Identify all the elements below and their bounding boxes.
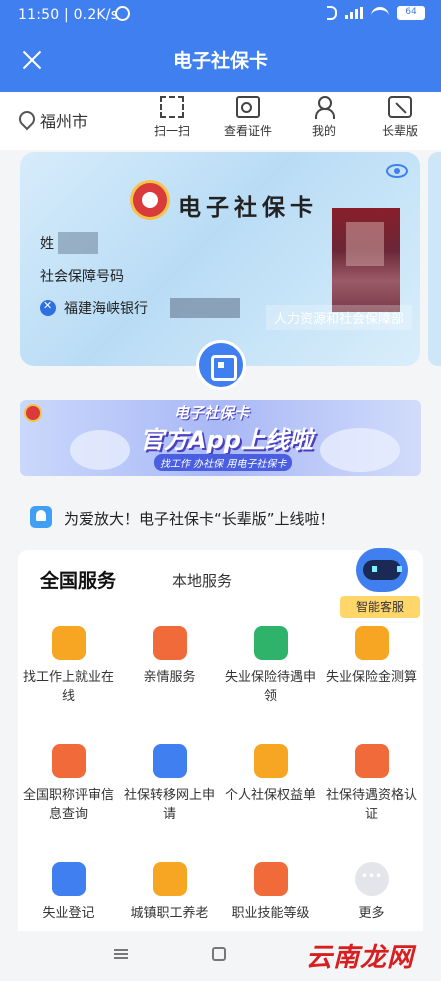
scan-icon xyxy=(160,96,184,118)
status-bar: 11:50 | 0.2K/s 64 xyxy=(0,0,441,32)
location-selector[interactable]: 福州市 xyxy=(18,108,88,132)
robot-icon xyxy=(356,548,408,592)
bank-row: 福建海峡银行 xyxy=(40,298,240,318)
elder-mode-label: 长辈版 xyxy=(381,124,418,138)
home-icon[interactable] xyxy=(212,947,226,961)
title-bar: 电子社保卡 xyxy=(0,32,441,90)
service-label: 社保待遇资格认证 xyxy=(325,788,417,822)
service-item[interactable]: 社保待遇资格认证 xyxy=(321,738,422,842)
masked-bank-number xyxy=(170,298,240,318)
service-label: 城镇职工养老 xyxy=(130,906,209,921)
service-label: 亲情服务 xyxy=(143,670,196,685)
service-item[interactable]: 失业保险金测算 xyxy=(321,620,422,724)
notice-bar[interactable]: 为爱放大！电子社保卡“长辈版”上线啦！ xyxy=(0,498,441,538)
job-search-icon xyxy=(51,626,86,660)
more-icon xyxy=(354,862,389,896)
service-label: 失业保险待遇申领 xyxy=(224,670,316,704)
unemployment-register-icon xyxy=(51,862,86,896)
tool-row: 福州市 扫一扫 查看证件 我的 长辈版 xyxy=(0,92,441,150)
service-label: 职业技能等级 xyxy=(231,906,310,921)
masked-name xyxy=(58,232,98,254)
notice-text: 为爱放大！电子社保卡“长辈版”上线啦！ xyxy=(64,510,335,528)
alarm-icon xyxy=(115,6,130,21)
menu-icon[interactable] xyxy=(114,949,128,959)
elder-mode-button[interactable]: 长辈版 xyxy=(369,96,431,139)
bell-icon xyxy=(30,506,52,528)
next-card-edge[interactable] xyxy=(428,152,441,366)
service-label: 个人社保权益单 xyxy=(224,788,316,803)
service-label: 社保转移网上申请 xyxy=(123,788,215,822)
scan-button[interactable]: 扫一扫 xyxy=(141,96,203,139)
card-area: 电子社保卡 姓 社会保障号码 福建海峡银行 人力资源和社会保障部 xyxy=(0,150,441,390)
qr-code-button[interactable] xyxy=(196,340,246,390)
signal-icon xyxy=(345,7,363,19)
social-security-card[interactable]: 电子社保卡 姓 社会保障号码 福建海峡银行 人力资源和社会保障部 xyxy=(20,152,420,366)
mine-button[interactable]: 我的 xyxy=(293,96,355,139)
service-item[interactable]: 社保转移网上申请 xyxy=(119,738,220,842)
pension-icon xyxy=(152,862,187,896)
system-nav-bar: 云南龙网 xyxy=(0,931,441,981)
service-item[interactable]: 失业保险待遇申领 xyxy=(220,620,321,724)
banner-decoration xyxy=(320,428,400,472)
bluetooth-icon xyxy=(327,6,337,20)
card-name-row: 姓 xyxy=(40,232,98,254)
watermark-logo: 云南龙网 xyxy=(306,943,415,973)
tab-national-services[interactable]: 全国服务 xyxy=(40,566,116,593)
tool-buttons: 扫一扫 查看证件 我的 长辈版 xyxy=(141,96,431,139)
user-icon xyxy=(312,96,336,119)
location-pin-icon xyxy=(18,111,32,129)
service-label: 全国职称评审信息查询 xyxy=(22,788,114,822)
assistant-label: 智能客服 xyxy=(340,596,420,618)
view-id-label: 查看证件 xyxy=(223,124,272,138)
service-label: 找工作上就业在线 xyxy=(22,670,114,704)
tab-local-services[interactable]: 本地服务 xyxy=(172,570,232,591)
issuer-label: 人力资源和社会保障部 xyxy=(265,305,412,330)
card-photo xyxy=(332,208,400,312)
service-label: 失业登记 xyxy=(42,906,95,921)
bank-logo-icon xyxy=(40,299,56,316)
social-security-emblem-icon xyxy=(130,180,170,220)
service-item[interactable]: 全国职称评审信息查询 xyxy=(18,738,119,842)
banner-decoration xyxy=(70,430,130,470)
smart-assistant-button[interactable]: 智能客服 xyxy=(340,544,420,622)
view-id-button[interactable]: 查看证件 xyxy=(217,96,279,139)
eye-icon[interactable] xyxy=(386,164,408,178)
elder-mode-icon xyxy=(388,96,412,118)
top-bar: 11:50 | 0.2K/s 64 电子社保卡 xyxy=(0,0,441,92)
rights-document-icon xyxy=(253,744,288,778)
wifi-icon xyxy=(371,7,389,19)
name-label: 姓 xyxy=(40,236,54,252)
family-heart-icon xyxy=(152,626,187,660)
battery-icon: 64 xyxy=(397,6,425,20)
banner-emblem-icon xyxy=(24,404,42,422)
id-card-icon xyxy=(236,96,260,118)
service-label: 更多 xyxy=(358,906,385,921)
mine-label: 我的 xyxy=(311,124,336,138)
city-label: 福州市 xyxy=(40,112,89,131)
calculator-person-icon xyxy=(354,626,389,660)
promo-banner[interactable]: 电子社保卡 官方App上线啦 找工作 办社保 用电子社保卡 xyxy=(20,400,421,476)
bank-name: 福建海峡银行 xyxy=(64,301,148,317)
status-time: 11:50 | 0.2K/s xyxy=(18,7,119,23)
page-title: 电子社保卡 xyxy=(172,50,268,72)
title-review-icon xyxy=(51,744,86,778)
transfer-icon xyxy=(152,744,187,778)
service-item[interactable]: 找工作上就业在线 xyxy=(18,620,119,724)
service-grid: 找工作上就业在线 亲情服务 失业保险待遇申领 失业保险金测算 全国职称评审信息查… xyxy=(18,620,423,960)
service-item[interactable]: 个人社保权益单 xyxy=(220,738,321,842)
banner-slogan: 找工作 办社保 用电子社保卡 xyxy=(154,454,293,471)
scan-label: 扫一扫 xyxy=(153,124,190,138)
service-item[interactable]: 亲情服务 xyxy=(119,620,220,724)
ssn-label: 社会保障号码 xyxy=(40,269,124,285)
card-title: 电子社保卡 xyxy=(178,194,318,221)
status-icons: 64 xyxy=(327,6,425,20)
skill-level-icon xyxy=(253,862,288,896)
unemployment-benefit-icon xyxy=(253,626,288,660)
service-label: 失业保险金测算 xyxy=(325,670,417,685)
qualification-icon xyxy=(354,744,389,778)
banner-headline: 官方App上线啦 xyxy=(140,426,313,454)
